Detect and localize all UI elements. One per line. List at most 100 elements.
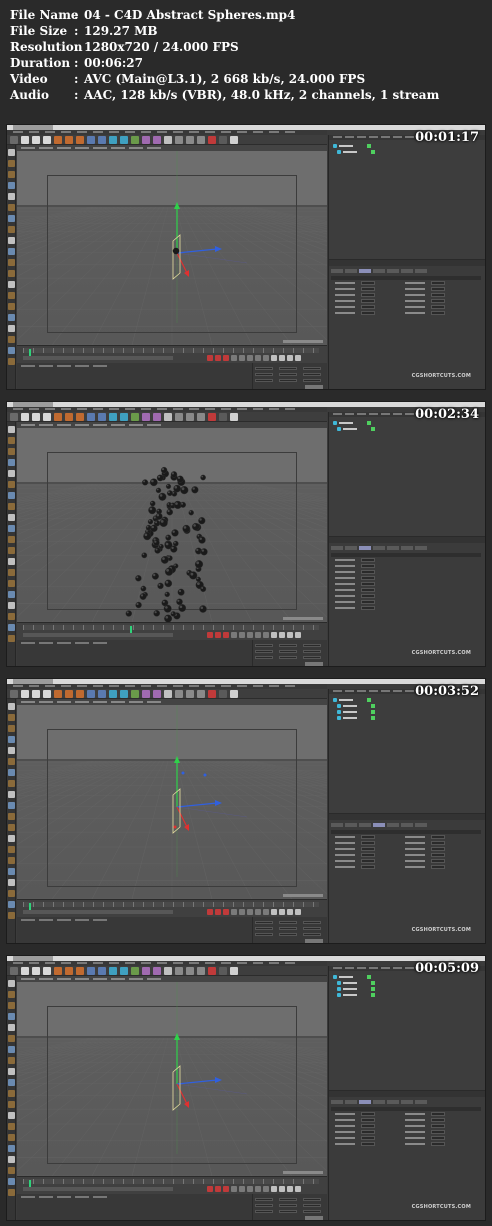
material-menu-item[interactable] <box>39 919 53 921</box>
timeline[interactable] <box>17 622 327 640</box>
toolbar-tool-icon[interactable] <box>21 136 29 144</box>
object-manager-menu-item[interactable] <box>345 136 354 138</box>
attribute-tab[interactable] <box>373 269 385 273</box>
menu-item[interactable] <box>29 131 39 133</box>
coordinate-field[interactable] <box>255 656 273 659</box>
material-menu-item[interactable] <box>93 642 107 644</box>
material-menu-item[interactable] <box>39 642 53 644</box>
menu-item[interactable] <box>13 685 23 687</box>
playback-control-icon[interactable] <box>207 909 213 915</box>
toolbar-tool-icon[interactable] <box>120 690 128 698</box>
3d-viewport[interactable] <box>17 145 327 345</box>
attribute-tab[interactable] <box>387 1100 399 1104</box>
left-tool-icon[interactable] <box>8 492 15 499</box>
left-tool-icon[interactable] <box>8 1046 15 1053</box>
object-manager-menu-item[interactable] <box>345 413 354 415</box>
left-tool-icon[interactable] <box>8 215 15 222</box>
object-row[interactable] <box>333 975 371 979</box>
toolbar-tool-icon[interactable] <box>43 967 51 975</box>
menu-item[interactable] <box>109 962 119 964</box>
object-manager-menu-item[interactable] <box>333 136 342 138</box>
timeline[interactable] <box>17 899 327 917</box>
menu-item[interactable] <box>285 131 295 133</box>
playback-control-icon[interactable] <box>295 632 301 638</box>
timeline-ruler[interactable] <box>23 902 319 910</box>
left-tool-icon[interactable] <box>8 725 15 732</box>
left-tool-icon[interactable] <box>8 1057 15 1064</box>
material-menu-item[interactable] <box>39 365 53 367</box>
object-manager-menu-item[interactable] <box>345 690 354 692</box>
material-menu-item[interactable] <box>57 1196 71 1198</box>
coordinate-field[interactable] <box>279 367 297 370</box>
coordinate-field[interactable] <box>303 367 321 370</box>
menu-item[interactable] <box>205 962 215 964</box>
menu-item[interactable] <box>61 131 71 133</box>
left-tool-icon[interactable] <box>8 1156 15 1163</box>
coordinate-field[interactable] <box>255 379 273 382</box>
toolbar-tool-icon[interactable] <box>87 136 95 144</box>
timeline[interactable] <box>17 345 327 363</box>
toolbar-tool-icon[interactable] <box>65 690 73 698</box>
toolbar-tool-icon[interactable] <box>98 136 106 144</box>
toolbar-tool-icon[interactable] <box>65 413 73 421</box>
material-menu-item[interactable] <box>93 919 107 921</box>
toolbar-tool-icon[interactable] <box>153 967 161 975</box>
object-manager-menu-item[interactable] <box>345 967 354 969</box>
coordinate-field[interactable] <box>255 373 273 376</box>
left-tool-icon[interactable] <box>8 802 15 809</box>
toolbar-tool-icon[interactable] <box>32 967 40 975</box>
menu-item[interactable] <box>45 131 55 133</box>
material-menu-item[interactable] <box>93 1196 107 1198</box>
coordinate-field[interactable] <box>279 373 297 376</box>
playback-control-icon[interactable] <box>239 1186 245 1192</box>
menu-item[interactable] <box>173 685 183 687</box>
toolbar-tool-icon[interactable] <box>219 690 227 698</box>
left-tool-icon[interactable] <box>8 270 15 277</box>
playback-control-icon[interactable] <box>271 632 277 638</box>
left-tool-icon[interactable] <box>8 901 15 908</box>
menu-item[interactable] <box>61 962 71 964</box>
playback-control-icon[interactable] <box>239 632 245 638</box>
menu-item[interactable] <box>221 685 231 687</box>
left-tool-icon[interactable] <box>8 624 15 631</box>
viewport-menu-item[interactable] <box>39 147 53 149</box>
left-tool-icon[interactable] <box>8 336 15 343</box>
playback-control-icon[interactable] <box>255 355 261 361</box>
menu-item[interactable] <box>221 408 231 410</box>
toolbar-tool-icon[interactable] <box>142 413 150 421</box>
object-row[interactable] <box>333 698 371 702</box>
toolbar-tool-icon[interactable] <box>197 690 205 698</box>
toolbar-tool-icon[interactable] <box>98 413 106 421</box>
playback-control-icon[interactable] <box>231 909 237 915</box>
playback-control-icon[interactable] <box>279 632 285 638</box>
left-tool-icon[interactable] <box>8 426 15 433</box>
menu-item[interactable] <box>157 962 167 964</box>
menu-item[interactable] <box>93 962 103 964</box>
object-row[interactable] <box>333 421 371 425</box>
apply-button[interactable] <box>305 1216 323 1220</box>
viewport-menu-item[interactable] <box>129 147 143 149</box>
toolbar-tool-icon[interactable] <box>230 413 238 421</box>
toolbar-tool-icon[interactable] <box>164 690 172 698</box>
left-tool-icon[interactable] <box>8 1189 15 1196</box>
viewport-menu-item[interactable] <box>75 424 89 426</box>
toolbar-tool-icon[interactable] <box>219 136 227 144</box>
attribute-tab[interactable] <box>415 1100 427 1104</box>
playback-control-icon[interactable] <box>263 632 269 638</box>
viewport-menu-item[interactable] <box>21 701 35 703</box>
playback-control-icon[interactable] <box>295 1186 301 1192</box>
playback-control-icon[interactable] <box>271 1186 277 1192</box>
left-tool-icon[interactable] <box>8 193 15 200</box>
playback-control-icon[interactable] <box>231 355 237 361</box>
viewport-menu-item[interactable] <box>147 147 161 149</box>
left-tool-icon[interactable] <box>8 791 15 798</box>
left-tool-icon[interactable] <box>8 635 15 642</box>
menu-item[interactable] <box>221 962 231 964</box>
playhead[interactable] <box>29 903 31 910</box>
object-row[interactable] <box>337 993 375 997</box>
timeline[interactable] <box>17 1176 327 1194</box>
material-menu-item[interactable] <box>75 1196 89 1198</box>
playback-control-icon[interactable] <box>271 355 277 361</box>
material-menu-item[interactable] <box>39 1196 53 1198</box>
menu-item[interactable] <box>189 685 199 687</box>
